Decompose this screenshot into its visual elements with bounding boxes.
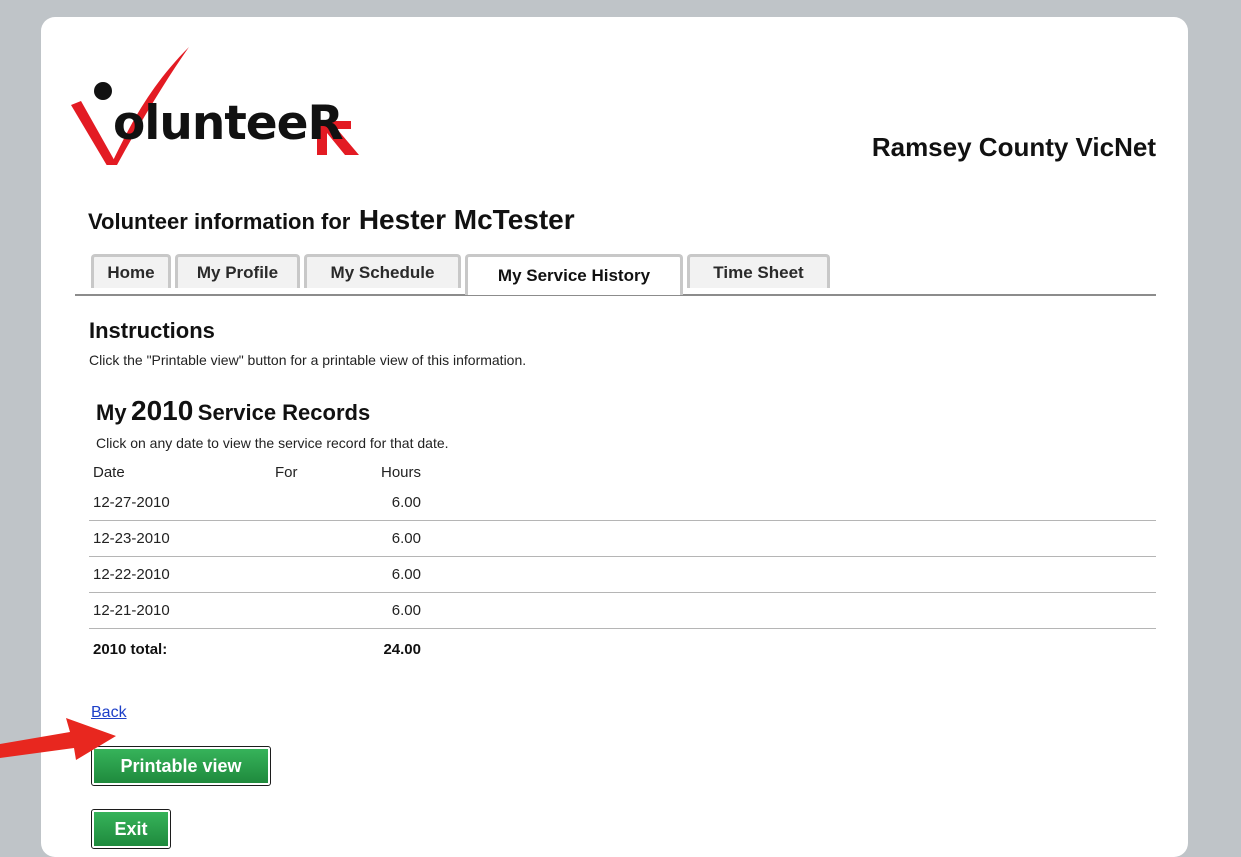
record-hours: 6.00 bbox=[391, 602, 421, 619]
tab-my-profile[interactable]: My Profile bbox=[175, 254, 300, 288]
record-date-link[interactable]: 12-27-2010 bbox=[93, 485, 243, 520]
red-pointer-arrow-icon bbox=[0, 718, 116, 760]
logo-wordmark: olunteeR bbox=[113, 96, 344, 151]
record-for bbox=[275, 557, 335, 592]
record-hours: 6.00 bbox=[391, 494, 421, 511]
records-title-suffix: Service Records bbox=[197, 400, 371, 425]
table-row: 12-23-2010 6.00 bbox=[89, 521, 1156, 557]
column-header-hours: Hours bbox=[380, 463, 421, 481]
record-hours: 6.00 bbox=[391, 566, 421, 583]
table-header-row: Date For Hours bbox=[89, 459, 1156, 485]
total-hours: 24.00 bbox=[383, 640, 421, 658]
tab-time-sheet[interactable]: Time Sheet bbox=[687, 254, 830, 288]
instructions-text: Click the "Printable view" button for a … bbox=[89, 352, 527, 368]
volunteer-heading-prefix: Volunteer information for bbox=[88, 209, 351, 234]
instructions-title: Instructions bbox=[89, 318, 215, 343]
tab-home[interactable]: Home bbox=[91, 254, 171, 288]
total-row: 2010 total: 24.00 bbox=[89, 629, 1156, 669]
exit-button[interactable]: Exit bbox=[91, 809, 171, 849]
records-year: 2010 bbox=[131, 395, 194, 426]
column-header-date: Date bbox=[93, 463, 125, 481]
records-title-prefix: My bbox=[96, 400, 127, 425]
table-row: 12-22-2010 6.00 bbox=[89, 557, 1156, 593]
printable-view-label: Printable view bbox=[94, 749, 268, 783]
column-header-for: For bbox=[275, 463, 298, 481]
volunteer-heading: Volunteer information for Hester McTeste… bbox=[88, 204, 575, 236]
main-panel: olunteeR Ramsey County VicNet Volunteer … bbox=[0, 17, 1188, 857]
volunteer-name: Hester McTester bbox=[358, 204, 575, 235]
exit-label: Exit bbox=[94, 812, 168, 846]
record-hours: 6.00 bbox=[391, 530, 421, 547]
record-date-link[interactable]: 12-21-2010 bbox=[93, 593, 243, 628]
tab-bar: Home My Profile My Schedule My Service H… bbox=[75, 254, 1156, 296]
tab-my-service-history[interactable]: My Service History bbox=[465, 254, 683, 295]
table-row: 12-27-2010 6.00 bbox=[89, 485, 1156, 521]
total-label: 2010 total: bbox=[93, 640, 168, 658]
service-records-table: Date For Hours 12-27-2010 6.00 12-23-201… bbox=[89, 459, 1156, 669]
tab-my-schedule[interactable]: My Schedule bbox=[304, 254, 461, 288]
record-for bbox=[275, 521, 335, 556]
record-date-link[interactable]: 12-23-2010 bbox=[93, 521, 243, 556]
record-for bbox=[275, 485, 335, 520]
table-row: 12-21-2010 6.00 bbox=[89, 593, 1156, 629]
records-title: My 2010 Service Records bbox=[96, 395, 370, 427]
record-date-link[interactable]: 12-22-2010 bbox=[93, 557, 243, 592]
org-name: Ramsey County VicNet bbox=[871, 132, 1156, 162]
record-for bbox=[275, 593, 335, 628]
records-subtitle: Click on any date to view the service re… bbox=[96, 435, 449, 451]
volunteer-logo: olunteeR bbox=[69, 47, 389, 169]
